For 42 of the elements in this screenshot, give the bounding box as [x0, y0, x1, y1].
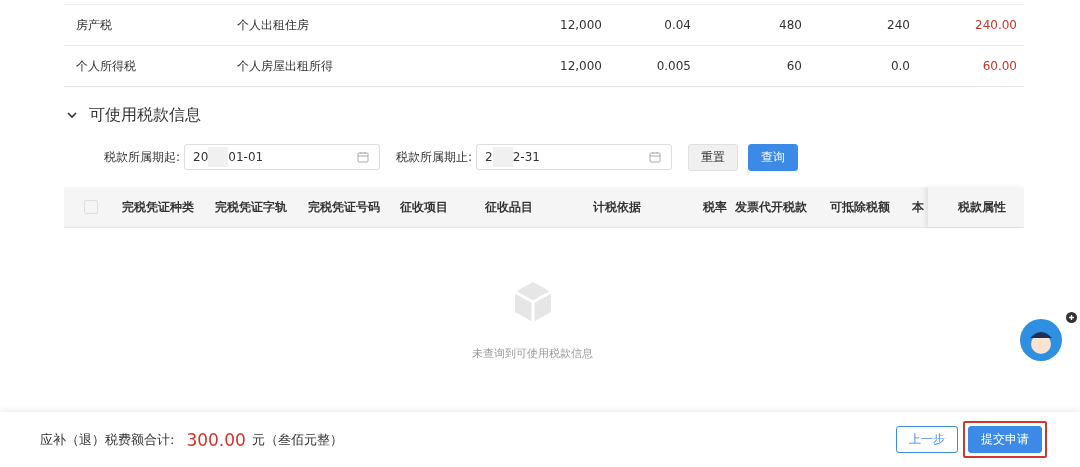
table-cell-text: 240: [886, 18, 910, 32]
column-header: 征收项目: [400, 198, 449, 216]
column-header: 计税依据: [593, 198, 642, 216]
table-cell-text: 个人房屋出租所得: [236, 57, 334, 75]
chevron-icon[interactable]: [67, 111, 77, 119]
column-header: 完税凭证字轨: [215, 198, 288, 216]
field-label: 税款所属期起:: [104, 148, 181, 166]
column-header: 可抵除税额: [830, 198, 891, 216]
field-label: 税款所属期止:: [396, 148, 473, 166]
section-title: 可使用税款信息: [89, 104, 201, 126]
table-cell-text: 房产税: [75, 16, 113, 34]
column-header: 发票代开税款: [735, 198, 808, 216]
table-cell-text: 0.0: [889, 59, 910, 73]
submit-button[interactable]: 提交申请: [968, 426, 1042, 453]
column-header: 完税凭证种类: [122, 198, 195, 216]
checkbox[interactable]: [84, 200, 98, 214]
table-cell-text: 12,000: [559, 18, 602, 32]
total-amount: 300.00: [186, 429, 246, 450]
column-header: 征收品目: [485, 198, 534, 216]
column-header: 本: [912, 198, 925, 216]
table-cell-text: 60.00: [981, 59, 1017, 73]
table-cell-text: 0.005: [655, 59, 691, 73]
table-cell-text: 240.00: [974, 18, 1017, 32]
column-header: 完税凭证号码: [308, 198, 381, 216]
column-header: 税款属性: [928, 187, 1024, 227]
assistant-avatar[interactable]: [1019, 318, 1063, 362]
table-cell-text: 480: [778, 18, 802, 32]
empty-message: 未查询到可使用税款信息: [472, 346, 593, 361]
date-field[interactable]: 2 2-31: [476, 144, 673, 170]
table-cell-text: 12,000: [559, 59, 602, 73]
previous-button[interactable]: 上一步: [896, 426, 958, 453]
table-cell-text: 0.04: [663, 18, 691, 32]
query-button[interactable]: 查询: [748, 143, 799, 171]
column-header: 税率: [702, 198, 728, 216]
reset-button[interactable]: 重置: [688, 143, 739, 171]
table-cell-text: 个人所得税: [75, 57, 137, 75]
empty-box-icon: [512, 280, 553, 324]
date-field[interactable]: 20 01-01: [184, 144, 381, 170]
table-cell-text: 60: [785, 59, 802, 73]
total-label: 应补（退）税费额合计:: [40, 430, 175, 449]
amount-in-words: 元（叁佰元整）: [251, 430, 343, 449]
table-cell-text: 个人出租住房: [236, 16, 310, 34]
